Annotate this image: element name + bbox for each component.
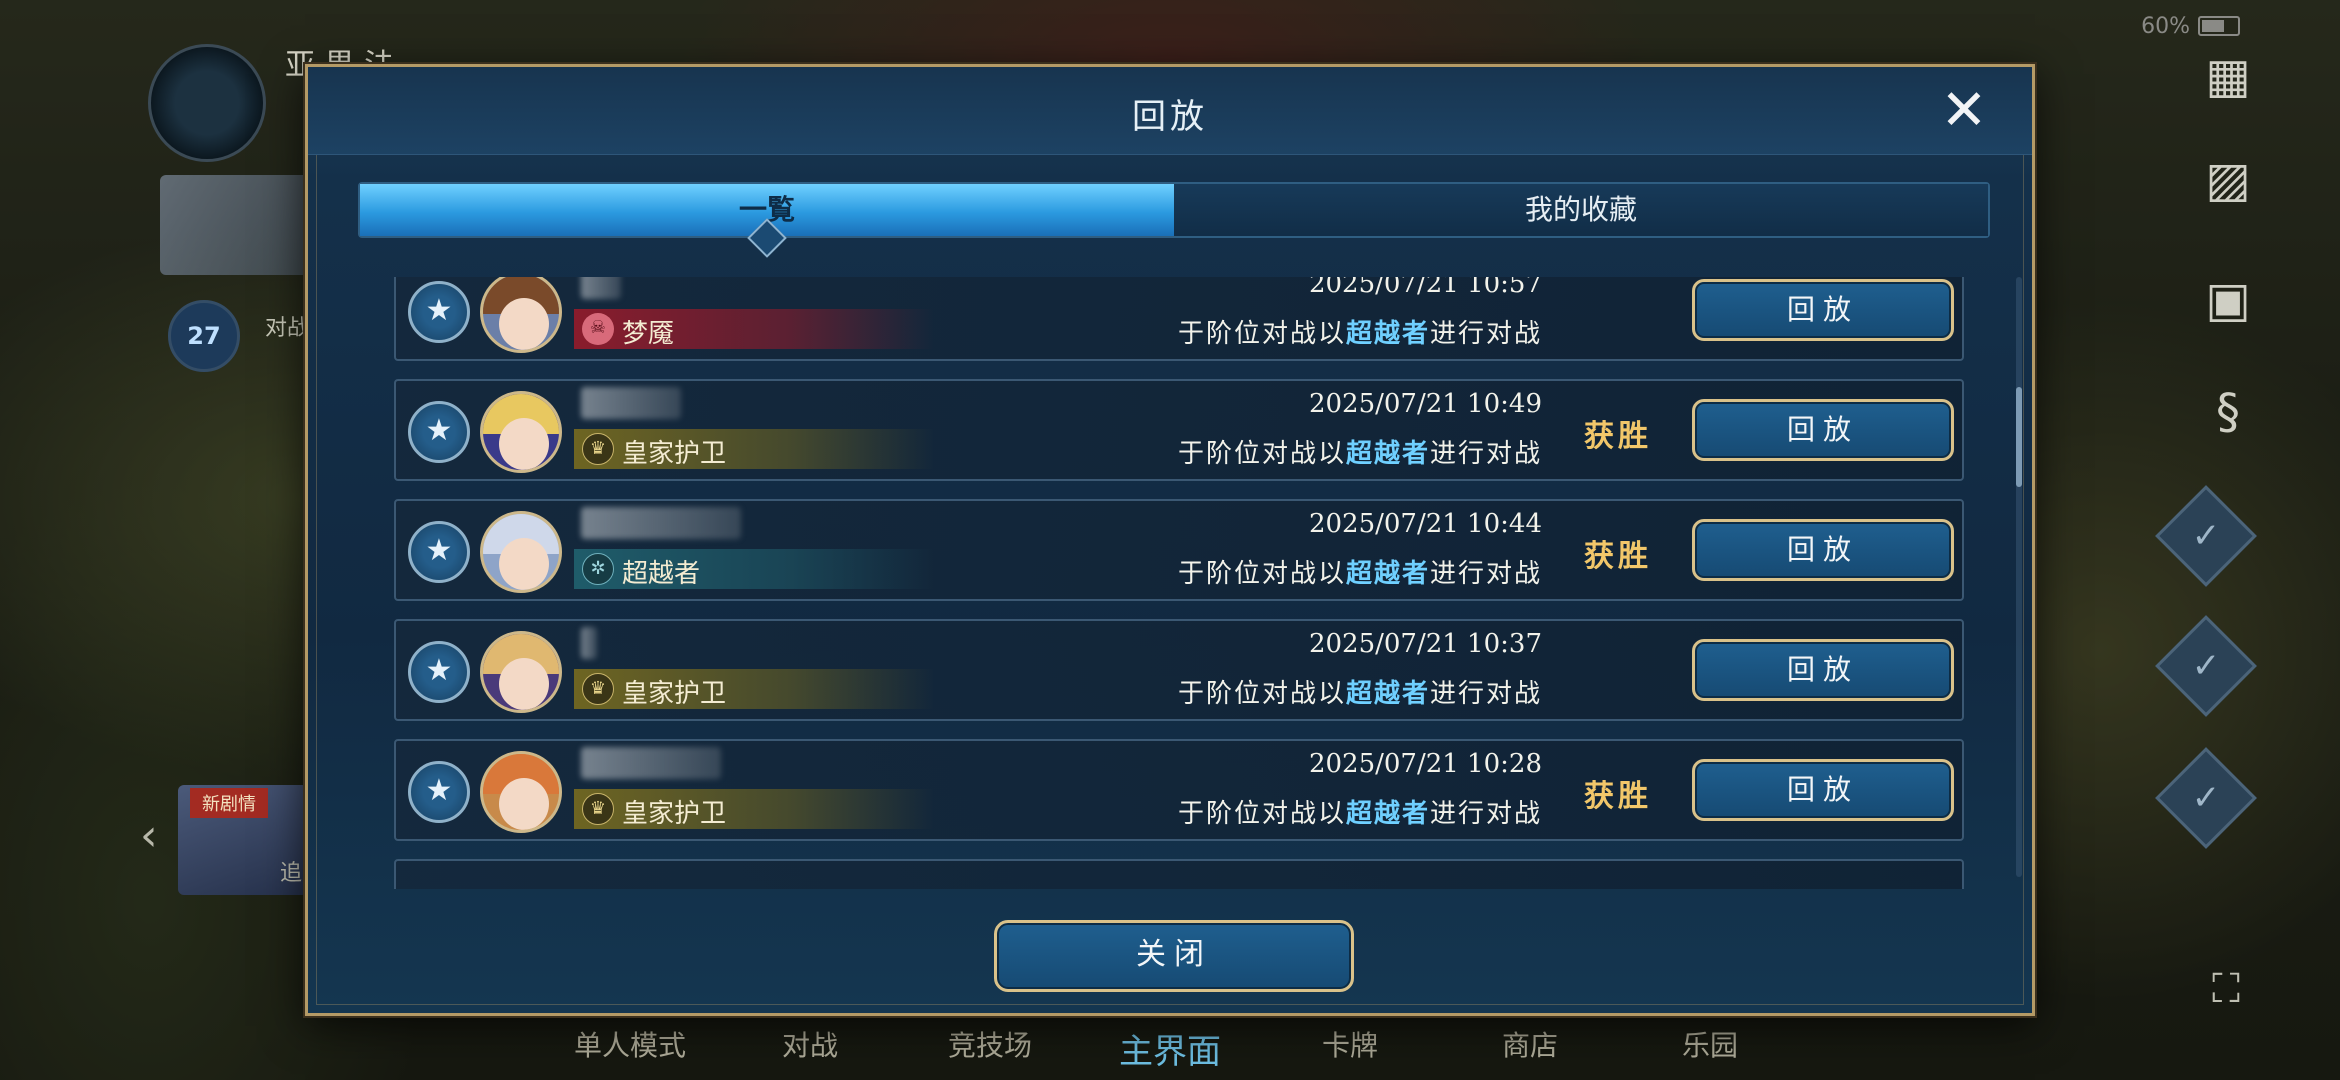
replay-button[interactable]: 回放 xyxy=(1692,399,1954,461)
class-bar: ☠ 梦魇 xyxy=(574,309,934,349)
scrollbar-thumb[interactable] xyxy=(2016,387,2022,487)
opponent-avatar xyxy=(480,277,562,353)
dialog-title: 回放 xyxy=(1132,97,1208,137)
match-datetime: 2025/07/21 10:49 xyxy=(1308,389,1542,419)
favorite-star-icon[interactable]: ★ xyxy=(408,281,470,343)
grid-menu-icon: ▦ xyxy=(2205,48,2251,104)
class-name: 超越者 xyxy=(622,559,701,589)
replay-row: ★ ☠ 梦魇 2025/07/21 10:57 于阶位对战以超越者进行对战 回放 xyxy=(394,277,1964,361)
battery-percent: 60% xyxy=(2141,14,2190,39)
tab-all[interactable]: 一覧 xyxy=(360,184,1174,258)
class-bar: ♛ 皇家护卫 xyxy=(574,429,934,469)
favorite-star-icon[interactable]: ★ xyxy=(408,761,470,823)
opponent-avatar xyxy=(480,511,562,593)
opponent-name-blurred xyxy=(581,277,621,299)
opponent-avatar xyxy=(480,631,562,713)
replay-row: ★ ✲ 超越者 2025/07/21 10:44 于阶位对战以超越者进行对战 获… xyxy=(394,499,1964,601)
replay-row: ★ ♛ 皇家护卫 2025/07/21 10:37 于阶位对战以超越者进行对战 … xyxy=(394,619,1964,721)
class-name: 皇家护卫 xyxy=(622,799,727,829)
replay-list[interactable]: ★ ☠ 梦魇 2025/07/21 10:57 于阶位对战以超越者进行对战 回放… xyxy=(394,277,1976,889)
battery-icon xyxy=(2198,16,2240,36)
nav-item-cards: 卡牌 xyxy=(1321,1029,1378,1062)
replay-button[interactable]: 回放 xyxy=(1692,519,1954,581)
nav-item-solo: 单人模式 xyxy=(573,1029,686,1062)
match-datetime: 2025/07/21 10:37 xyxy=(1308,629,1542,659)
match-result: 获胜 xyxy=(1584,419,1652,454)
nav-item-shop: 商店 xyxy=(1501,1029,1558,1062)
replay-dialog: 回放 ✕ 一覧 我的收藏 ★ ☠ 梦魇 2025/07/21 10:57 于阶位… xyxy=(305,64,2035,1016)
class-name: 皇家护卫 xyxy=(622,439,727,469)
player-emblem xyxy=(148,44,266,162)
opponent-name-blurred xyxy=(581,507,741,539)
match-description: 于阶位对战以超越者进行对战 xyxy=(1177,679,1542,709)
match-description: 于阶位对战以超越者进行对战 xyxy=(1177,559,1542,589)
nav-item-arena: 竞技场 xyxy=(947,1029,1032,1062)
replay-button[interactable]: 回放 xyxy=(1692,639,1954,701)
replay-row: ★ ♛ 皇家护卫 2025/07/21 10:49 于阶位对战以超越者进行对战 … xyxy=(394,379,1964,481)
match-result: 获胜 xyxy=(1584,779,1652,814)
match-datetime: 2025/07/21 10:44 xyxy=(1308,509,1542,539)
favorite-star-icon[interactable]: ★ xyxy=(408,521,470,583)
chevron-left-icon: ‹ xyxy=(140,810,158,861)
story-tag: 新剧情 xyxy=(190,788,268,818)
opponent-name-blurred xyxy=(581,747,721,779)
match-description: 于阶位对战以超越者进行对战 xyxy=(1177,319,1542,349)
tab-favorites-label: 我的收藏 xyxy=(1524,193,1637,226)
list-scrollbar[interactable] xyxy=(2016,277,2022,877)
crown-icon: ♛ xyxy=(582,673,614,705)
close-button[interactable]: 关闭 xyxy=(994,920,1354,992)
opponent-avatar xyxy=(480,751,562,833)
match-result: 获胜 xyxy=(1584,539,1652,574)
tab-favorites[interactable]: 我的收藏 xyxy=(1174,184,1988,236)
class-bar: ✲ 超越者 xyxy=(574,549,934,589)
crown-icon: ♛ xyxy=(582,793,614,825)
opponent-avatar xyxy=(480,391,562,473)
scroll-icon: § xyxy=(2216,384,2240,440)
nav-item-park: 乐园 xyxy=(1681,1029,1738,1062)
fullscreen-icon: ⛶ xyxy=(2212,966,2240,1012)
class-name: 梦魇 xyxy=(622,319,675,349)
opponent-name-blurred xyxy=(581,627,597,659)
dialog-header: 回放 ✕ xyxy=(308,67,2032,155)
favorite-star-icon[interactable]: ★ xyxy=(408,641,470,703)
image-refresh-icon: ▨ xyxy=(2205,152,2251,208)
nav-item-home: 主界面 xyxy=(1119,1032,1221,1072)
tab-bar: 一覧 我的收藏 xyxy=(358,182,1990,258)
match-description: 于阶位对战以超越者进行对战 xyxy=(1177,799,1542,829)
class-bar: ♛ 皇家护卫 xyxy=(574,789,934,829)
replay-row xyxy=(394,859,1964,889)
class-name: 皇家护卫 xyxy=(622,679,727,709)
class-bar: ♛ 皇家护卫 xyxy=(574,669,934,709)
class-icon: ☠ xyxy=(582,313,614,345)
bottom-nav: 单人模式 对战 竞技场 主界面 卡牌 商店 乐园 xyxy=(540,1024,1840,1074)
match-datetime: 2025/07/21 10:28 xyxy=(1308,749,1542,779)
crown-icon: ♛ xyxy=(582,433,614,465)
close-icon[interactable]: ✕ xyxy=(1936,83,1992,141)
nav-item-battle: 对战 xyxy=(781,1029,838,1062)
replay-button[interactable]: 回放 xyxy=(1692,759,1954,821)
gift-icon: ▣ xyxy=(2205,272,2251,328)
match-datetime: 2025/07/21 10:57 xyxy=(1308,277,1542,299)
story-text: 追 xyxy=(280,861,303,886)
class-icon: ✲ xyxy=(582,553,614,585)
replay-button[interactable]: 回放 xyxy=(1692,279,1954,341)
rank-badge: 27 xyxy=(168,300,240,372)
leader-card xyxy=(160,175,320,275)
favorite-star-icon[interactable]: ★ xyxy=(408,401,470,463)
replay-row: ★ ♛ 皇家护卫 2025/07/21 10:28 于阶位对战以超越者进行对战 … xyxy=(394,739,1964,841)
match-description: 于阶位对战以超越者进行对战 xyxy=(1177,439,1542,469)
opponent-name-blurred xyxy=(581,387,681,419)
